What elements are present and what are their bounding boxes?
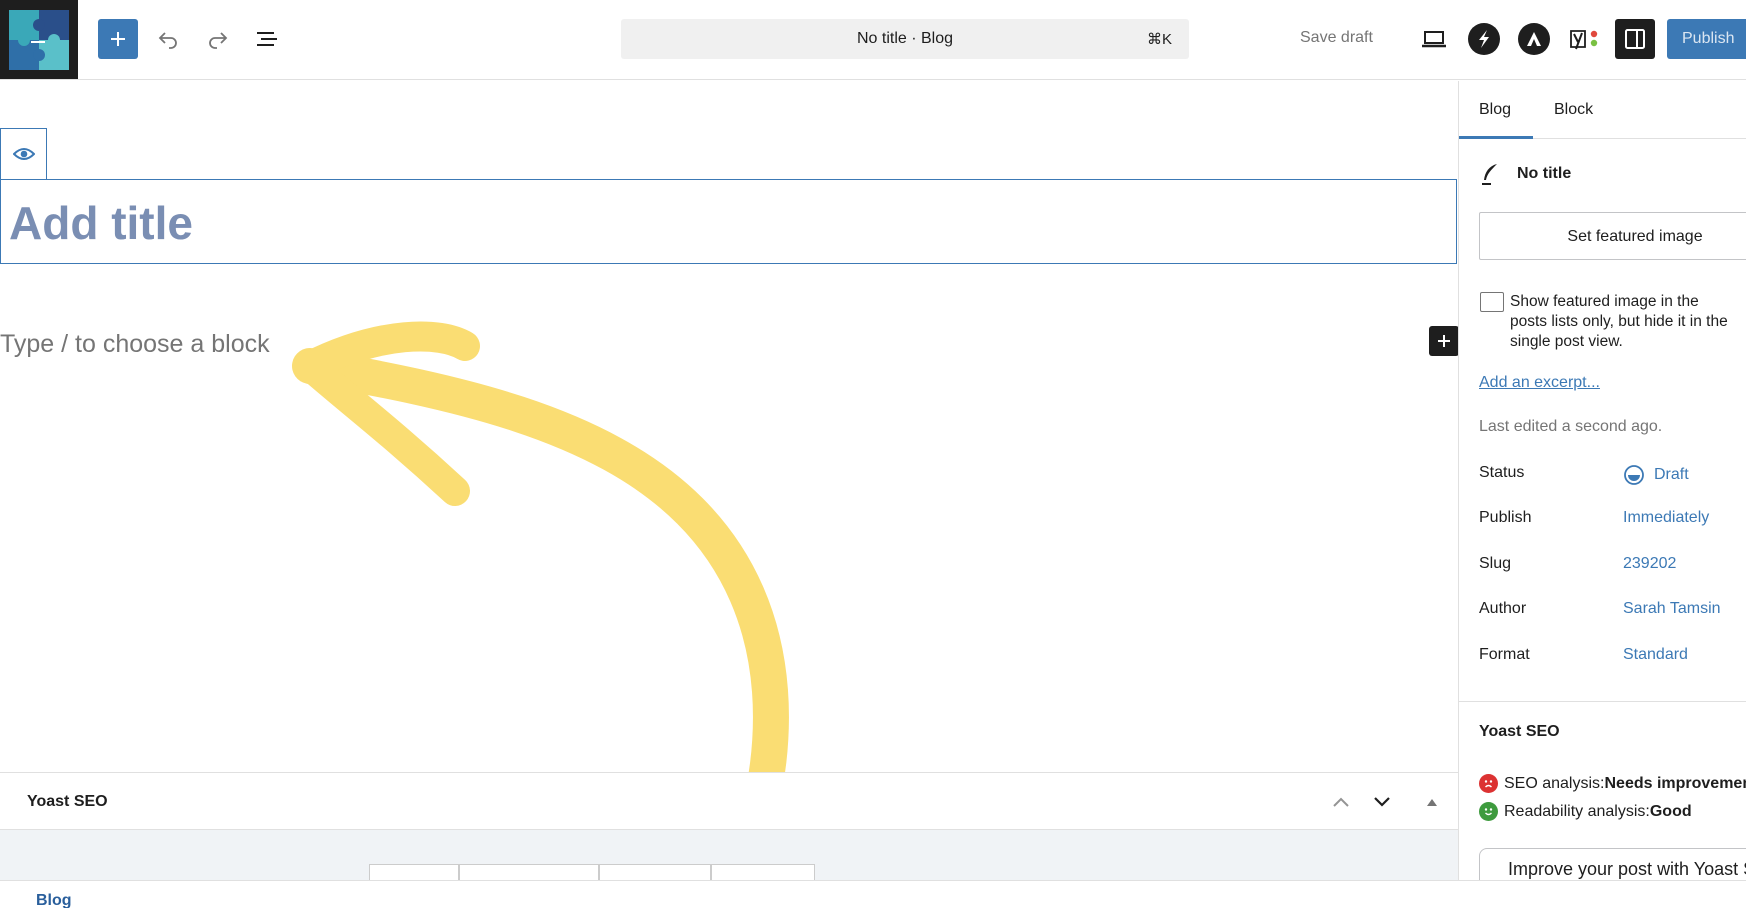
settings-sidebar: Blog Block No title Set featured image S… bbox=[1458, 81, 1746, 880]
puzzle-logo-icon bbox=[9, 9, 69, 70]
editor-canvas: Add title Type / to choose a block bbox=[0, 81, 1459, 908]
readability-analysis-value: Good bbox=[1649, 802, 1692, 820]
set-featured-image-button[interactable]: Set featured image bbox=[1479, 212, 1746, 260]
yoast-toolbar-button[interactable] bbox=[1566, 20, 1604, 58]
meta-key: Format bbox=[1479, 646, 1530, 663]
yoast-metabox-title: Yoast SEO bbox=[27, 793, 108, 810]
editor-toolbar: No title · Blog ⌘K Save draft Publish bbox=[0, 0, 1746, 80]
meta-row-status: Status Draft bbox=[1479, 464, 1746, 488]
redo-icon bbox=[209, 32, 228, 49]
slug-toggle[interactable]: 239202 bbox=[1623, 555, 1676, 573]
post-title-field[interactable]: Add title bbox=[0, 179, 1457, 264]
save-draft-button[interactable]: Save draft bbox=[1300, 29, 1373, 47]
set-featured-image-label: Set featured image bbox=[1567, 228, 1703, 245]
inline-add-block-button[interactable] bbox=[1429, 326, 1459, 356]
featured-image-checkbox-label: Show featured image in the posts lists o… bbox=[1510, 293, 1728, 350]
site-logo[interactable] bbox=[0, 0, 78, 79]
quill-icon bbox=[1482, 164, 1497, 185]
yoast-sidebar-title[interactable]: Yoast SEO bbox=[1479, 723, 1560, 741]
undo-button[interactable] bbox=[149, 20, 187, 58]
block-placeholder[interactable]: Type / to choose a block bbox=[0, 330, 270, 359]
eye-icon bbox=[12, 148, 35, 160]
seo-analysis-label: SEO analysis: bbox=[1504, 774, 1605, 792]
block-breadcrumb-bar: Blog bbox=[0, 880, 1746, 908]
sidebar-panel-icon bbox=[1625, 29, 1645, 49]
seo-analysis-value: Needs improvement bbox=[1604, 774, 1746, 792]
happy-face-icon bbox=[1479, 802, 1498, 821]
document-overview-button[interactable] bbox=[248, 20, 286, 58]
yoast-tab[interactable] bbox=[711, 864, 815, 880]
yoast-tab[interactable] bbox=[599, 864, 711, 880]
yoast-tabs bbox=[369, 864, 815, 880]
tab-block[interactable]: Block bbox=[1554, 101, 1593, 119]
command-palette-bar[interactable]: No title · Blog ⌘K bbox=[621, 19, 1189, 59]
collapse-panel-button[interactable] bbox=[1420, 790, 1444, 814]
divider bbox=[1459, 701, 1746, 702]
bolt-icon bbox=[1479, 30, 1489, 48]
sad-face-icon bbox=[1479, 774, 1498, 793]
draft-status-icon bbox=[1624, 465, 1644, 485]
improve-post-text: Improve your post with Yoast SEO bbox=[1508, 859, 1746, 879]
publish-button[interactable]: Publish bbox=[1667, 19, 1746, 59]
readability-analysis: Readability analysis: Good bbox=[1479, 802, 1692, 821]
settings-sidebar-toggle[interactable] bbox=[1615, 19, 1655, 59]
caret-up-icon bbox=[1427, 799, 1437, 806]
yoast-metabox-header[interactable]: Yoast SEO bbox=[0, 772, 1458, 830]
active-tab-indicator bbox=[1459, 136, 1533, 139]
move-down-button[interactable] bbox=[1370, 790, 1394, 814]
author-toggle[interactable]: Sarah Tamsin bbox=[1623, 600, 1721, 618]
improve-post-box[interactable]: Improve your post with Yoast SEO bbox=[1479, 848, 1746, 880]
triangle-a-icon bbox=[1527, 32, 1541, 46]
meta-row-publish: Publish Immediately bbox=[1479, 509, 1746, 533]
publish-date-toggle[interactable]: Immediately bbox=[1623, 509, 1709, 527]
move-up-button[interactable] bbox=[1329, 790, 1353, 814]
meta-row-slug: Slug 239202 bbox=[1479, 555, 1746, 579]
post-title-label: No title bbox=[1517, 165, 1572, 182]
chevron-up-icon bbox=[1333, 797, 1349, 807]
jetpack-plugin-button[interactable] bbox=[1468, 23, 1500, 55]
status-value: Draft bbox=[1654, 466, 1689, 483]
redo-button[interactable] bbox=[199, 20, 237, 58]
laptop-icon bbox=[1422, 31, 1446, 48]
format-toggle[interactable]: Standard bbox=[1623, 646, 1688, 664]
yoast-tab[interactable] bbox=[459, 864, 599, 880]
command-shortcut: ⌘K bbox=[1146, 31, 1172, 48]
ai-plugin-button[interactable] bbox=[1518, 23, 1550, 55]
breadcrumb-item[interactable]: Blog bbox=[36, 892, 72, 908]
tab-blog[interactable]: Blog bbox=[1479, 101, 1511, 119]
meta-key: Status bbox=[1479, 464, 1525, 481]
title-placeholder: Add title bbox=[9, 197, 193, 249]
last-edited-text: Last edited a second ago. bbox=[1479, 418, 1663, 435]
post-summary-title: No title bbox=[1479, 162, 1571, 186]
add-excerpt-link[interactable]: Add an excerpt... bbox=[1479, 374, 1600, 392]
sidebar-tabs: Blog Block bbox=[1459, 81, 1746, 139]
meta-key: Slug bbox=[1479, 555, 1512, 572]
meta-row-author: Author Sarah Tamsin bbox=[1479, 600, 1746, 624]
title-visibility-toggle[interactable] bbox=[0, 128, 47, 179]
chevron-down-icon bbox=[1374, 797, 1390, 807]
document-title: No title · Blog bbox=[856, 30, 954, 47]
featured-image-checkbox[interactable] bbox=[1480, 292, 1504, 312]
seo-analysis: SEO analysis: Needs improvement bbox=[1479, 774, 1746, 793]
meta-row-format: Format Standard bbox=[1479, 646, 1746, 670]
status-toggle[interactable]: Draft bbox=[1623, 464, 1689, 486]
yoast-metabox-content bbox=[0, 830, 1458, 880]
yoast-icon bbox=[1570, 30, 1598, 50]
plus-icon bbox=[111, 32, 125, 46]
add-block-button[interactable] bbox=[98, 19, 138, 59]
meta-key: Author bbox=[1479, 600, 1527, 617]
plus-icon bbox=[1438, 335, 1450, 347]
readability-analysis-label: Readability analysis: bbox=[1504, 802, 1650, 820]
meta-key: Publish bbox=[1479, 509, 1532, 526]
preview-button[interactable] bbox=[1415, 20, 1453, 58]
list-view-icon bbox=[257, 32, 277, 46]
undo-icon bbox=[158, 32, 177, 49]
yoast-tab[interactable] bbox=[369, 864, 459, 880]
